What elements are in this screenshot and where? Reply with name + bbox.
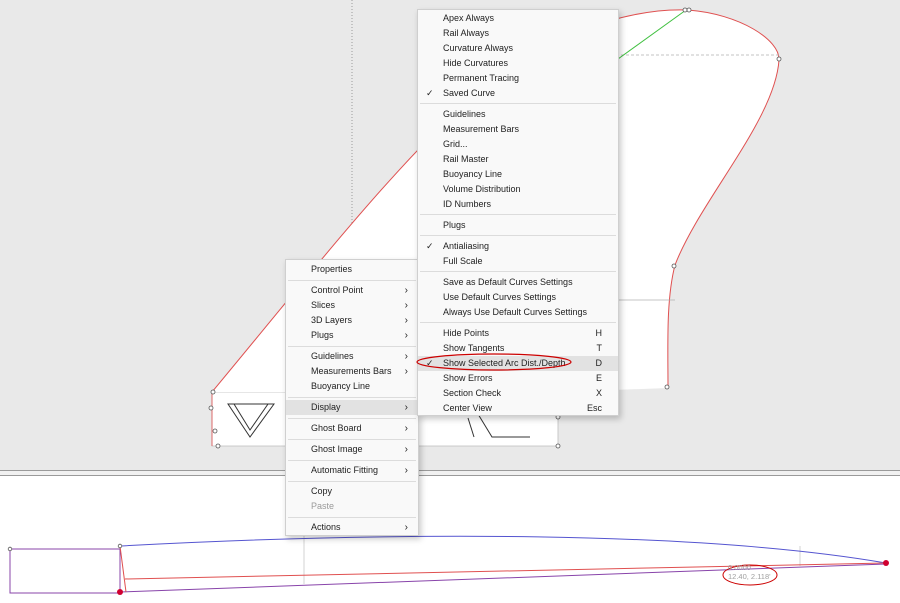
submenu-item-saved-curve[interactable]: ✓ Saved Curve (418, 86, 618, 101)
submenu-item-show-errors[interactable]: Show Errors E (418, 371, 618, 386)
menu-separator (288, 517, 416, 518)
checkmark-icon: ✓ (426, 88, 434, 98)
chevron-right-icon: › (404, 423, 408, 434)
submenu-item-volume-distribution[interactable]: Volume Distribution (418, 182, 618, 197)
submenu-item-grid[interactable]: Grid... (418, 137, 618, 152)
chevron-right-icon: › (404, 522, 408, 533)
context-menu: Properties Control Point › Slices › 3D Lay… (285, 259, 419, 536)
menu-item-copy[interactable]: Copy (286, 484, 418, 499)
profile-mid-curve (124, 562, 887, 580)
menu-item-buoyancy-line[interactable]: Buoyancy Line (286, 379, 418, 394)
menu-separator (420, 271, 616, 272)
chevron-right-icon: › (404, 366, 408, 377)
menu-separator (288, 481, 416, 482)
submenu-item-show-tangents[interactable]: Show Tangents T (418, 341, 618, 356)
submenu-item-save-default-curves[interactable]: Save as Default Curves Settings (418, 275, 618, 290)
chevron-right-icon: › (404, 300, 408, 311)
submenu-item-buoyancy-line[interactable]: Buoyancy Line (418, 167, 618, 182)
profile-point-top (117, 543, 123, 549)
submenu-item-guidelines[interactable]: Guidelines (418, 107, 618, 122)
profile-point-corner (7, 546, 13, 552)
submenu-item-measurement-bars[interactable]: Measurement Bars (418, 122, 618, 137)
submenu-item-permanent-tracing[interactable]: Permanent Tracing (418, 71, 618, 86)
chevron-right-icon: › (404, 444, 408, 455)
profile-point-right (883, 560, 889, 566)
submenu-item-show-arc-dist-depth[interactable]: ✓ Show Selected Arc Dist./Depth D (418, 356, 618, 371)
fin-profile-view (7, 535, 889, 595)
menu-item-ghost-image[interactable]: Ghost Image › (286, 442, 418, 457)
menu-item-control-point[interactable]: Control Point › (286, 283, 418, 298)
menu-item-measurements-bars[interactable]: Measurements Bars › (286, 364, 418, 379)
profile-bottom-curve (119, 563, 887, 593)
profile-view-canvas[interactable] (0, 476, 900, 603)
submenu-item-full-scale[interactable]: Full Scale (418, 254, 618, 269)
submenu-item-plugs[interactable]: Plugs (418, 218, 618, 233)
submenu-item-curvature-always[interactable]: Curvature Always (418, 41, 618, 56)
menu-item-actions[interactable]: Actions › (286, 520, 418, 535)
menu-separator (288, 346, 416, 347)
chevron-right-icon: › (404, 402, 408, 413)
submenu-item-hide-curvatures[interactable]: Hide Curvatures (418, 56, 618, 71)
menu-separator (420, 322, 616, 323)
submenu-item-antialiasing[interactable]: ✓ Antialiasing (418, 239, 618, 254)
submenu-item-use-default-curves[interactable]: Use Default Curves Settings (418, 290, 618, 305)
submenu-item-section-check[interactable]: Section Check X (418, 386, 618, 401)
menu-separator (288, 397, 416, 398)
chevron-right-icon: › (404, 351, 408, 362)
menu-item-slices[interactable]: Slices › (286, 298, 418, 313)
chevron-right-icon: › (404, 315, 408, 326)
menu-item-automatic-fitting[interactable]: Automatic Fitting › (286, 463, 418, 478)
display-submenu: Apex Always Rail Always Curvature Always… (417, 9, 619, 416)
menu-separator (420, 214, 616, 215)
submenu-item-apex-always[interactable]: Apex Always (418, 11, 618, 26)
menu-item-plugs[interactable]: Plugs › (286, 328, 418, 343)
profile-top-curve (119, 535, 887, 564)
menu-separator (288, 439, 416, 440)
submenu-item-center-view[interactable]: Center View Esc (418, 401, 618, 416)
submenu-item-rail-always[interactable]: Rail Always (418, 26, 618, 41)
arc-readout-line1: 0.0000 (728, 563, 751, 572)
profile-left-edge (119, 545, 127, 593)
arc-readout-line2: 12.40, 2.118' (728, 572, 771, 581)
menu-item-3d-layers[interactable]: 3D Layers › (286, 313, 418, 328)
menu-separator (288, 460, 416, 461)
profile-point-left (117, 589, 123, 595)
menu-separator (288, 418, 416, 419)
submenu-item-always-use-default-curves[interactable]: Always Use Default Curves Settings (418, 305, 618, 320)
menu-separator (288, 280, 416, 281)
base-rect (9, 548, 121, 594)
menu-item-properties[interactable]: Properties (286, 262, 418, 277)
chevron-right-icon: › (404, 465, 408, 476)
checkmark-icon: ✓ (426, 241, 434, 251)
submenu-item-id-numbers[interactable]: ID Numbers (418, 197, 618, 212)
menu-item-paste: Paste (311, 501, 335, 511)
checkmark-icon: ✓ (426, 358, 434, 368)
arc-dist-readout: 0.0000 12.40, 2.118' (728, 563, 771, 581)
submenu-item-rail-master[interactable]: Rail Master (418, 152, 618, 167)
menu-separator (420, 235, 616, 236)
menu-item-ghost-board[interactable]: Ghost Board › (286, 421, 418, 436)
submenu-item-hide-points[interactable]: Hide Points H (418, 326, 618, 341)
menu-separator (420, 103, 616, 104)
menu-item-guidelines[interactable]: Guidelines › (286, 349, 418, 364)
chevron-right-icon: › (404, 285, 408, 296)
menu-item-display[interactable]: Display › (286, 400, 418, 415)
chevron-right-icon: › (404, 330, 408, 341)
